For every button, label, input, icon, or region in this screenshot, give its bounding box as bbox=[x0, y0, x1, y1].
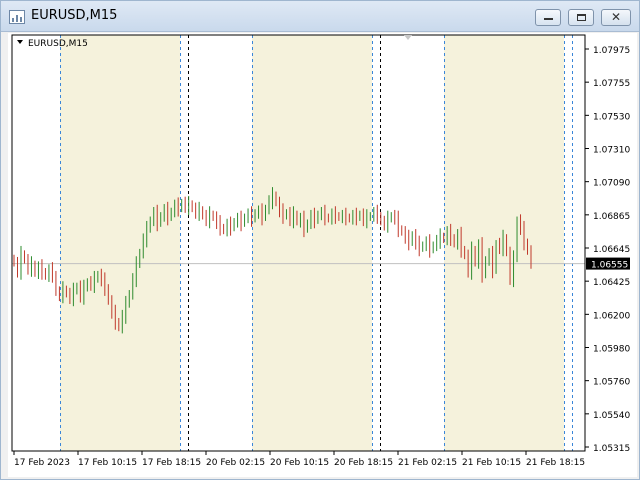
time-tick-label: 17 Feb 2023 bbox=[14, 458, 70, 468]
session-shade bbox=[252, 35, 372, 451]
price-tick-label: 1.05760 bbox=[593, 378, 630, 388]
price-tick-label: 1.05540 bbox=[593, 411, 630, 421]
session-shade bbox=[60, 35, 180, 451]
current-price-label: 1.06555 bbox=[591, 261, 628, 271]
close-icon: ✕ bbox=[610, 10, 622, 24]
session-shade bbox=[444, 35, 564, 451]
price-tick-label: 1.06645 bbox=[593, 245, 630, 255]
title-bar[interactable]: EURUSD,M15 ✕ bbox=[1, 1, 639, 32]
minimize-button[interactable] bbox=[535, 9, 561, 26]
maximize-button[interactable] bbox=[568, 9, 594, 26]
price-tick-label: 1.07310 bbox=[593, 146, 630, 156]
minimize-icon bbox=[544, 18, 553, 20]
price-tick-label: 1.07755 bbox=[593, 79, 630, 89]
session-shading bbox=[60, 35, 564, 451]
price-tick-label: 1.06200 bbox=[593, 311, 630, 321]
time-tick-label: 21 Feb 02:15 bbox=[398, 458, 457, 468]
time-tick-label: 20 Feb 10:15 bbox=[270, 458, 329, 468]
maximize-icon bbox=[577, 14, 586, 21]
price-tick-label: 1.07530 bbox=[593, 112, 630, 122]
symbol-label[interactable]: EURUSD,M15 bbox=[17, 39, 88, 49]
time-tick-label: 17 Feb 18:15 bbox=[142, 458, 201, 468]
price-tick-label: 1.06865 bbox=[593, 212, 630, 222]
time-tick-label: 21 Feb 10:15 bbox=[462, 458, 521, 468]
price-tick-label: 1.05315 bbox=[593, 444, 630, 454]
time-tick-label: 17 Feb 10:15 bbox=[78, 458, 137, 468]
window-title: EURUSD,M15 bbox=[31, 8, 118, 23]
chart-shift-marker-icon[interactable] bbox=[404, 35, 412, 40]
chart-area[interactable]: 1.07975 1.07755 1.07530 1.07310 1.07090 1.068… bbox=[8, 33, 637, 477]
dropdown-triangle-icon[interactable] bbox=[17, 40, 23, 44]
price-tick-label: 1.06425 bbox=[593, 278, 630, 288]
time-tick-label: 20 Feb 02:15 bbox=[206, 458, 265, 468]
close-button[interactable]: ✕ bbox=[601, 9, 631, 26]
chart-window-icon bbox=[9, 10, 25, 24]
time-tick-label: 20 Feb 18:15 bbox=[334, 458, 393, 468]
price-tick-label: 1.05980 bbox=[593, 345, 630, 355]
chart-window: EURUSD,M15 ✕ 1.07975 1.07755 1.07530 1.0731… bbox=[0, 0, 640, 480]
symbol-timeframe-label: EURUSD,M15 bbox=[28, 39, 88, 49]
price-tick-label: 1.07090 bbox=[593, 179, 630, 189]
price-tick-label: 1.07975 bbox=[593, 46, 630, 56]
candlestick-chart[interactable]: 1.07975 1.07755 1.07530 1.07310 1.07090 1.068… bbox=[8, 33, 637, 477]
time-tick-label: 21 Feb 18:15 bbox=[526, 458, 585, 468]
